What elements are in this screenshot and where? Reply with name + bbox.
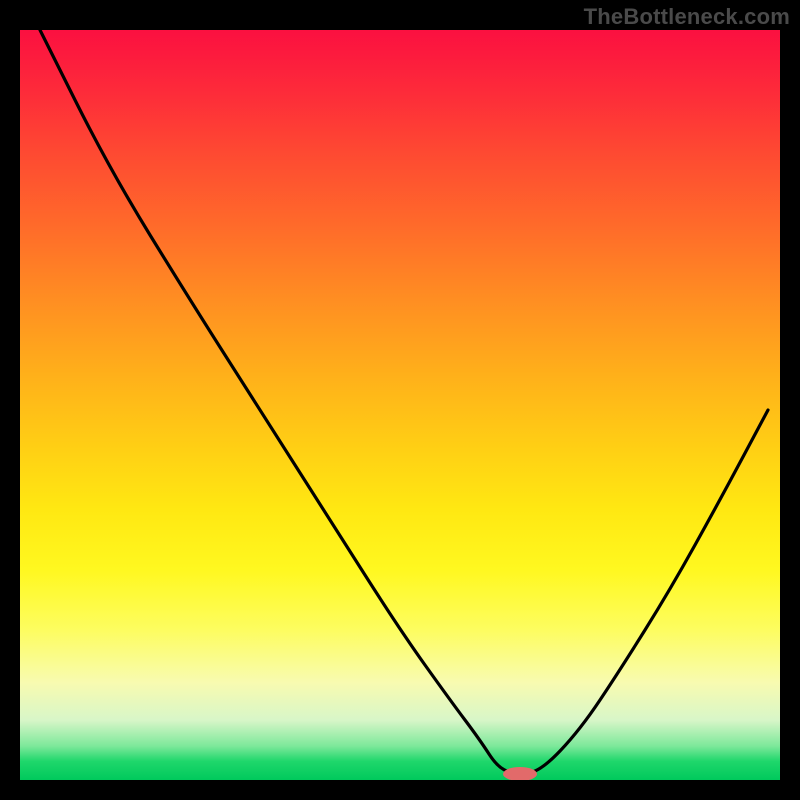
plot-area [20, 30, 780, 780]
optimal-point-marker [503, 767, 537, 780]
curve-layer [20, 30, 780, 780]
chart-frame: TheBottleneck.com [0, 0, 800, 800]
bottleneck-curve [40, 30, 768, 773]
watermark-text: TheBottleneck.com [584, 4, 790, 30]
